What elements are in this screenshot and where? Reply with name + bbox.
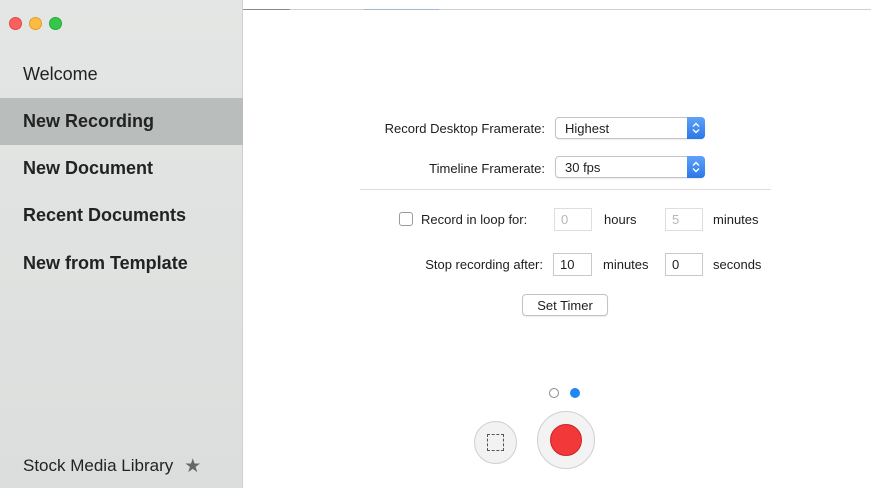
select-region-button[interactable] [474,421,517,464]
stop-minutes-unit: minutes [603,257,649,272]
sidebar-item-recent-documents[interactable]: Recent Documents [0,192,243,239]
stop-seconds-value: 0 [672,257,680,272]
record-button[interactable] [537,411,595,469]
set-timer-label: Set Timer [537,297,593,313]
chevron-up-down-icon [687,117,705,139]
title-bar-segment [364,9,439,10]
sidebar-item-new-document[interactable]: New Document [0,145,243,192]
minimize-window-button[interactable] [29,17,42,30]
selection-region-icon [487,434,504,451]
sidebar-item-label: New from Template [23,253,188,273]
zoom-window-button[interactable] [49,17,62,30]
sidebar-item-new-from-template[interactable]: New from Template [0,240,243,287]
loop-hours-value: 0 [561,212,569,227]
sidebar-item-label: Welcome [23,64,98,84]
record-loop-checkbox[interactable] [399,212,413,226]
timeline-framerate-value: 30 fps [565,159,601,175]
sidebar-item-label: Recent Documents [23,205,187,225]
stop-seconds-unit: seconds [713,257,762,272]
chevron-up-down-icon [687,156,705,178]
stop-recording-label: Stop recording after: [425,257,543,272]
record-loop-label: Record in loop for: [421,212,528,227]
page-dot-2[interactable] [570,388,580,398]
desktop-framerate-popup[interactable]: Highest [555,117,705,139]
timeline-framerate-label: Timeline Framerate: [429,161,545,176]
loop-hours-input[interactable]: 0 [554,208,592,231]
set-timer-button[interactable]: Set Timer [522,294,608,316]
loop-minutes-unit: minutes [713,212,759,227]
stop-seconds-input[interactable]: 0 [665,253,703,276]
stock-media-library-item[interactable]: Stock Media Library ★ [23,452,238,480]
stop-minutes-value: 10 [560,257,575,272]
section-divider [360,189,771,190]
loop-minutes-value: 5 [672,212,680,227]
sidebar-item-welcome[interactable]: Welcome [0,51,243,98]
desktop-framerate-value: Highest [565,120,610,136]
star-icon: ★ [184,455,202,477]
loop-minutes-input[interactable]: 5 [665,208,703,231]
record-icon [550,424,582,456]
timeline-framerate-popup[interactable]: 30 fps [555,156,705,178]
sidebar-item-label: New Recording [23,111,155,131]
stock-media-library-label: Stock Media Library [23,456,174,475]
page-dot-1[interactable] [549,388,559,398]
desktop-framerate-label: Record Desktop Framerate: [384,121,545,136]
sidebar: Welcome New Recording New Document Recen… [0,0,243,488]
loop-hours-unit: hours [604,212,637,227]
sidebar-item-label: New Document [23,158,154,178]
sidebar-item-new-recording[interactable]: New Recording [0,98,243,145]
stop-minutes-input[interactable]: 10 [553,253,592,276]
close-window-button[interactable] [9,17,22,30]
